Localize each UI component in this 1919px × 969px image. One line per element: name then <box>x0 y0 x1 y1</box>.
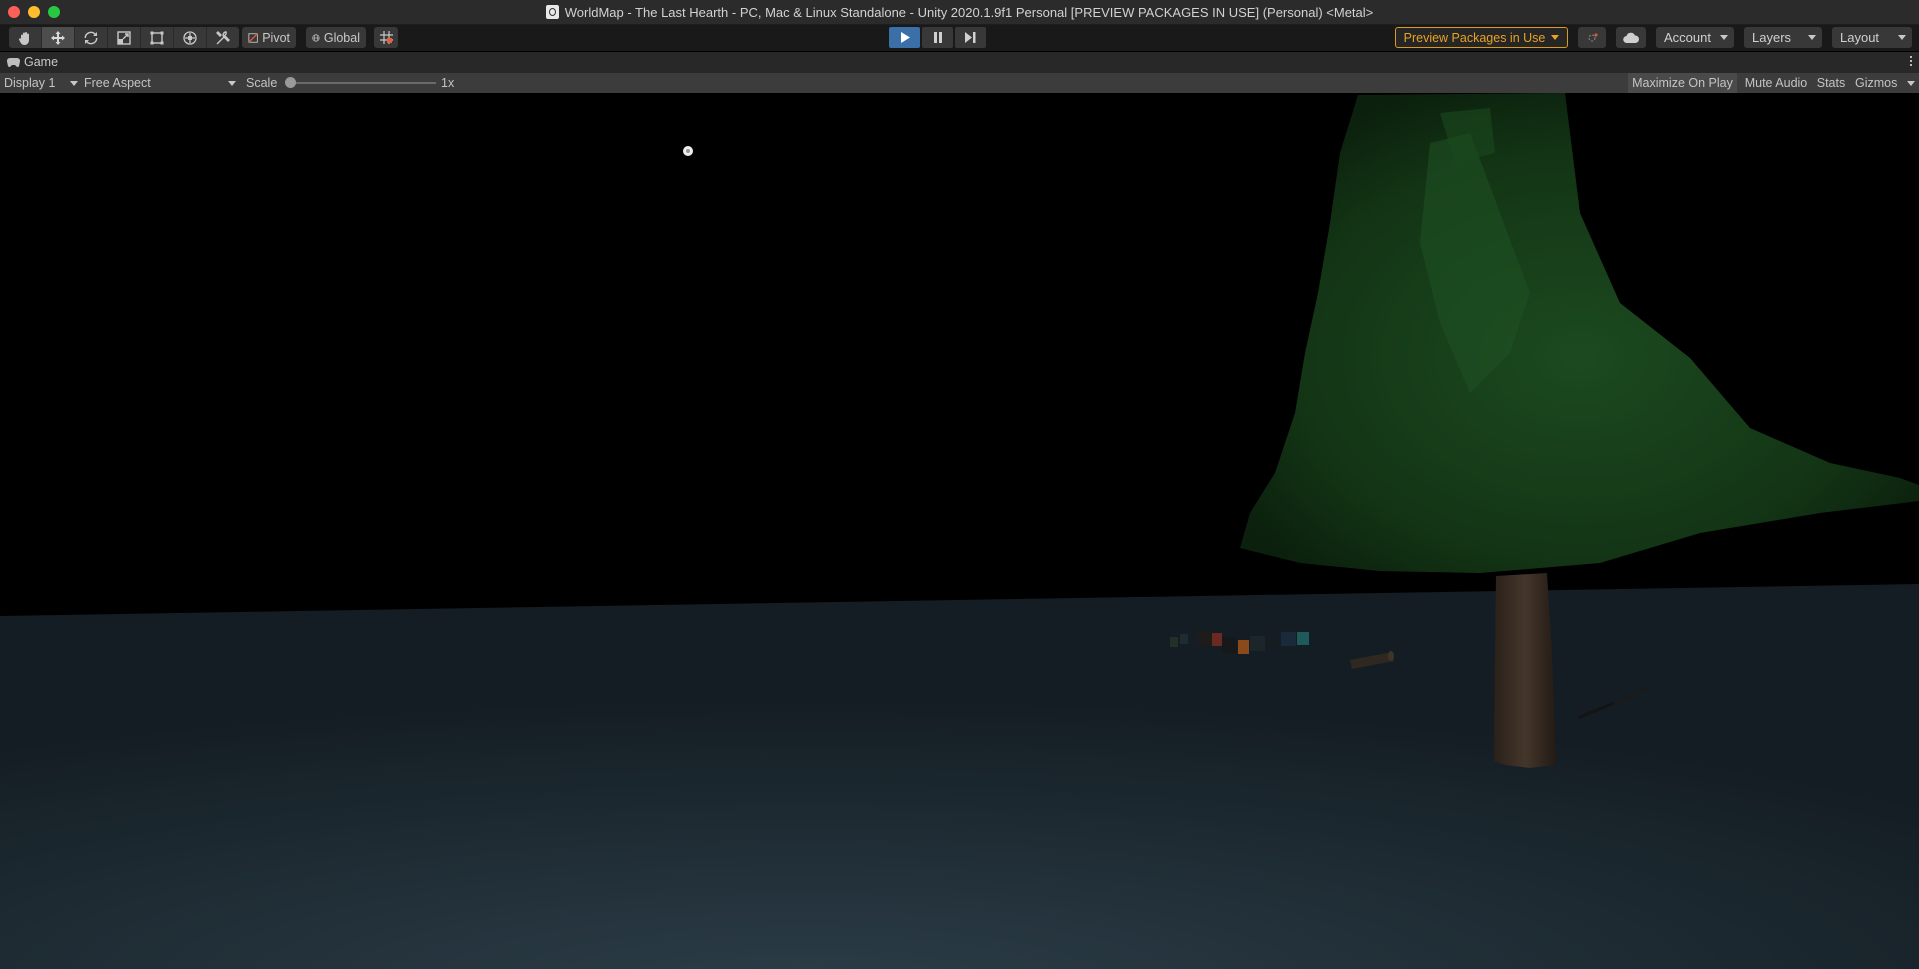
scale-value: 1x <box>441 76 455 90</box>
game-tab-bar: Game <box>0 52 1919 73</box>
stats-label: Stats <box>1816 76 1846 90</box>
play-icon <box>900 32 910 43</box>
tab-game-label: Game <box>24 55 59 69</box>
chevron-down-icon <box>1907 81 1915 86</box>
hand-cursor-icon <box>683 146 693 156</box>
mute-audio-toggle[interactable]: Mute Audio <box>1739 73 1813 93</box>
maximize-on-play-label: Maximize On Play <box>1632 76 1733 90</box>
layers-dropdown[interactable]: Layers <box>1744 27 1822 48</box>
pivot-icon <box>248 32 258 43</box>
gizmos-label: Gizmos <box>1855 76 1898 90</box>
crate <box>1212 633 1222 646</box>
minimize-window-button[interactable] <box>28 6 40 18</box>
scale-tool-button[interactable] <box>108 27 141 48</box>
global-label: Global <box>323 30 360 45</box>
step-icon <box>965 32 976 43</box>
crate <box>1238 640 1249 654</box>
display-label: Display 1 <box>4 76 56 90</box>
chevron-down-icon <box>1551 35 1560 40</box>
account-label: Account <box>1664 30 1711 45</box>
scale-tool-icon <box>117 30 131 45</box>
collab-icon <box>1588 32 1598 41</box>
gizmos-dropdown[interactable]: Gizmos <box>1851 73 1917 93</box>
crate <box>1198 631 1212 646</box>
tab-menu-icon[interactable] <box>1910 56 1913 68</box>
main-toolbar: Pivot Global Preview Packages in Use Acc… <box>0 25 1919 51</box>
crate <box>1265 634 1280 649</box>
account-dropdown[interactable]: Account <box>1656 27 1734 48</box>
rotate-tool-button[interactable] <box>75 27 108 48</box>
hand-tool-icon <box>18 31 29 45</box>
window-title: WorldMap - The Last Hearth - PC, Mac & L… <box>564 4 1374 20</box>
transform-tools <box>9 27 239 48</box>
tree-trunk <box>1494 573 1556 768</box>
collab-button[interactable] <box>1578 27 1606 48</box>
chevron-down-icon <box>1720 35 1728 40</box>
grid-snap-icon <box>379 31 393 44</box>
chevron-down-icon <box>1808 35 1816 40</box>
global-toggle[interactable]: Global <box>306 27 366 48</box>
play-button[interactable] <box>889 27 920 48</box>
playmode-controls <box>889 27 986 48</box>
game-view-controls: Display 1 Free Aspect Scale 1x Maximize … <box>0 73 1919 93</box>
scale-slider-track[interactable] <box>290 82 436 84</box>
scale-slider-handle[interactable] <box>285 77 296 88</box>
small-item <box>1170 637 1178 647</box>
custom-tool-button[interactable] <box>207 27 239 48</box>
cloud-services-button[interactable] <box>1616 27 1646 48</box>
rotate-tool-icon <box>84 31 98 44</box>
small-item <box>1180 634 1188 644</box>
chevron-down-icon <box>1898 35 1906 40</box>
pivot-toggle[interactable]: Pivot <box>242 27 296 48</box>
zoom-window-button[interactable] <box>48 6 60 18</box>
snow-ground <box>0 584 1919 969</box>
layout-dropdown[interactable]: Layout <box>1832 27 1912 48</box>
aspect-label: Free Aspect <box>84 76 151 90</box>
window-title-bar: WorldMap - The Last Hearth - PC, Mac & L… <box>0 0 1919 25</box>
rect-tool-icon <box>150 31 164 44</box>
move-tool-icon <box>51 30 65 45</box>
preview-packages-button[interactable]: Preview Packages in Use <box>1395 27 1568 48</box>
move-tool-button[interactable] <box>42 27 75 48</box>
cloud-icon <box>1623 32 1639 43</box>
pause-icon <box>933 32 942 43</box>
hand-tool-button[interactable] <box>9 27 42 48</box>
maximize-on-play-toggle[interactable]: Maximize On Play <box>1628 73 1737 93</box>
custom-tool-icon <box>216 30 230 44</box>
chevron-down-icon <box>228 81 236 86</box>
layout-label: Layout <box>1840 30 1880 45</box>
pause-button[interactable] <box>922 27 953 48</box>
transform-tool-icon <box>183 30 197 45</box>
chevron-down-icon <box>70 81 78 86</box>
snap-grid-toggle[interactable] <box>374 27 398 48</box>
step-button[interactable] <box>955 27 986 48</box>
crate <box>1297 632 1309 645</box>
unity-document-icon <box>545 5 559 19</box>
crate <box>1281 632 1296 646</box>
stats-toggle[interactable]: Stats <box>1815 73 1847 93</box>
pivot-label: Pivot <box>262 30 290 45</box>
game-viewport[interactable] <box>0 93 1919 969</box>
rect-tool-button[interactable] <box>141 27 174 48</box>
scale-label: Scale <box>246 76 278 90</box>
transform-tool-button[interactable] <box>174 27 207 48</box>
globe-icon <box>312 33 320 42</box>
close-window-button[interactable] <box>8 6 20 18</box>
mute-audio-label: Mute Audio <box>1744 76 1808 90</box>
display-dropdown[interactable]: Display 1 <box>4 73 78 93</box>
tab-game[interactable]: Game <box>7 55 58 69</box>
crate <box>1250 636 1265 651</box>
layers-label: Layers <box>1752 30 1792 45</box>
crate <box>1222 637 1237 653</box>
game-scene <box>0 93 1919 969</box>
window-controls <box>8 6 60 18</box>
preview-packages-label: Preview Packages in Use <box>1403 30 1546 45</box>
gamepad-icon <box>7 57 20 67</box>
aspect-dropdown[interactable]: Free Aspect <box>84 73 236 93</box>
